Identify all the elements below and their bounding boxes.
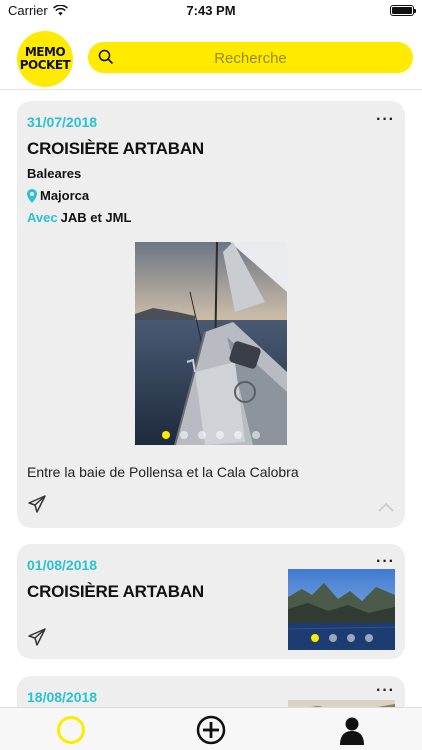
memory-photo-thumbnail[interactable] xyxy=(288,700,395,707)
carousel-dot[interactable] xyxy=(252,431,260,439)
profile-icon[interactable] xyxy=(337,715,367,745)
landscape-photo xyxy=(288,700,395,707)
home-circle-icon[interactable] xyxy=(56,715,86,745)
memory-date: 18/08/2018 xyxy=(27,689,98,705)
carousel-dot[interactable] xyxy=(216,431,224,439)
search-bar[interactable]: Recherche xyxy=(88,42,413,73)
carousel-dots[interactable] xyxy=(288,634,395,642)
memory-caption: Entre la baie de Pollensa et la Cala Cal… xyxy=(27,464,299,480)
memory-card[interactable]: 31/07/2018 ··· CROISIÈRE ARTABAN Baleare… xyxy=(17,101,405,528)
with-people: JAB et JML xyxy=(60,210,132,225)
carousel-dot[interactable] xyxy=(234,431,242,439)
search-input[interactable]: Recherche xyxy=(88,50,413,67)
carousel-dot[interactable] xyxy=(162,431,170,439)
memory-title: CROISIÈRE ARTABAN xyxy=(27,582,204,601)
more-options-button[interactable]: ··· xyxy=(376,554,395,570)
add-circle-icon[interactable] xyxy=(196,715,226,745)
tab-bar xyxy=(0,707,422,750)
memory-title: CROISIÈRE ARTABAN xyxy=(27,139,204,158)
share-icon[interactable] xyxy=(27,494,47,514)
carousel-dot[interactable] xyxy=(346,634,355,642)
carousel-dot[interactable] xyxy=(364,634,373,642)
status-bar: Carrier 7:43 PM xyxy=(0,0,422,22)
chevron-up-icon[interactable] xyxy=(377,501,395,513)
battery-icon xyxy=(390,5,416,16)
carousel-dot[interactable] xyxy=(198,431,206,439)
memo-pocket-logo[interactable]: MEMO POCKET xyxy=(17,31,73,87)
memory-photo-carousel[interactable] xyxy=(288,569,395,650)
location-pin-icon xyxy=(27,188,37,203)
logo-line-2: POCKET xyxy=(19,58,71,72)
memory-feed[interactable]: 31/07/2018 ··· CROISIÈRE ARTABAN Baleare… xyxy=(0,91,422,707)
more-options-button[interactable]: ··· xyxy=(376,112,395,128)
sailboat-deck-photo xyxy=(135,242,287,445)
carousel-dot[interactable] xyxy=(310,634,319,642)
share-icon[interactable] xyxy=(27,627,47,647)
more-options-button[interactable]: ··· xyxy=(376,683,395,699)
carousel-dot[interactable] xyxy=(180,431,188,439)
memory-date: 31/07/2018 xyxy=(27,114,98,130)
app-header: MEMO POCKET Recherche xyxy=(0,22,422,90)
memory-location[interactable]: Majorca xyxy=(27,188,89,203)
carousel-dot[interactable] xyxy=(328,634,337,642)
clock: 7:43 PM xyxy=(186,3,236,18)
with-label: Avec xyxy=(27,210,58,225)
memory-photo-carousel[interactable] xyxy=(135,242,287,445)
memory-date: 01/08/2018 xyxy=(27,557,98,573)
memory-card[interactable]: 01/08/2018 ··· CROISIÈRE ARTABAN xyxy=(17,544,405,659)
memory-card[interactable]: 18/08/2018 ··· xyxy=(17,676,405,707)
memory-region: Baleares xyxy=(27,166,81,181)
region-label: Baleares xyxy=(27,166,82,181)
carousel-dots[interactable] xyxy=(135,431,287,439)
location-label: Majorca xyxy=(40,188,90,203)
memory-companions: Avec JAB et JML xyxy=(27,210,131,225)
